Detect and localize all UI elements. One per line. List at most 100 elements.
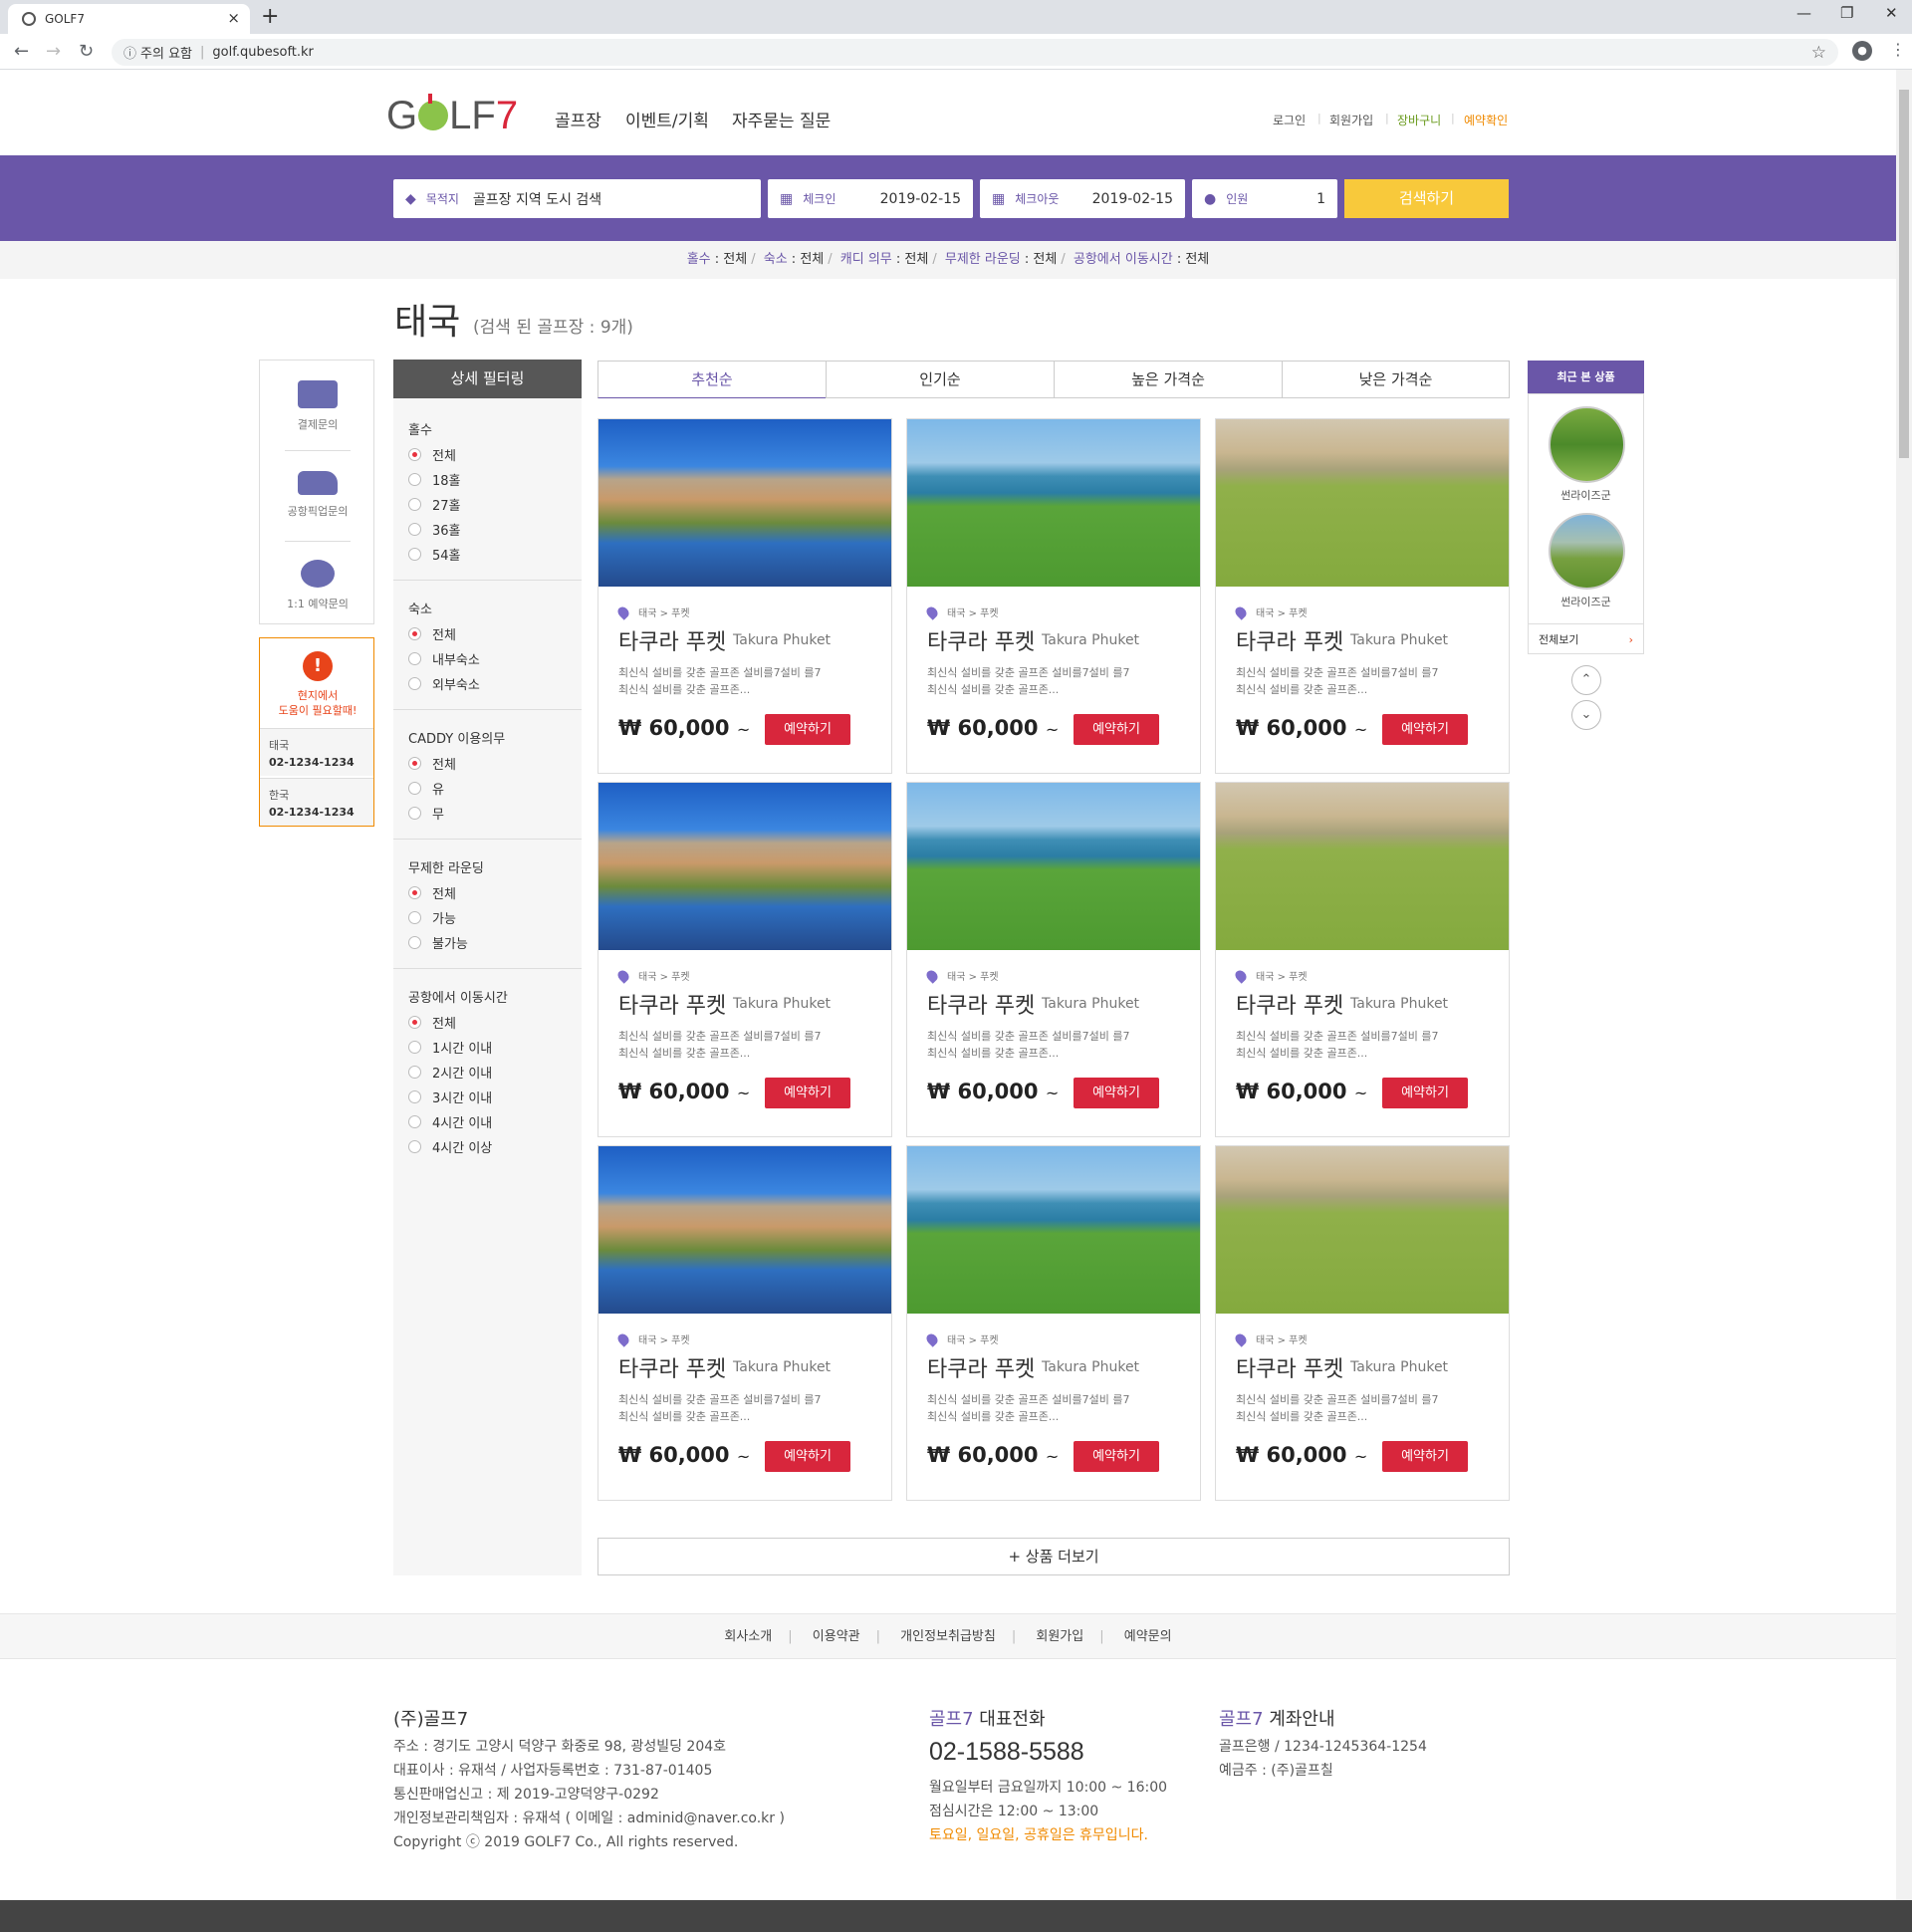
book-button[interactable]: 예약하기	[1382, 1078, 1468, 1108]
people-count[interactable]: 1	[1316, 191, 1325, 207]
checkout-date[interactable]: 2019-02-15	[1092, 191, 1173, 207]
filter-option[interactable]: 불가능	[408, 933, 468, 952]
filter-option[interactable]: 무	[408, 804, 444, 823]
filter-option[interactable]: 전체	[408, 754, 456, 773]
golf7-logo[interactable]: G LF7	[386, 94, 518, 138]
footer-link-privacy[interactable]: 개인정보취급방침	[900, 1629, 996, 1644]
filter-option[interactable]: 전체	[408, 445, 456, 464]
minimize-button[interactable]: —	[1796, 4, 1811, 22]
new-tab-button[interactable]: +	[261, 4, 279, 29]
product-image[interactable]	[598, 1146, 891, 1314]
product-name[interactable]: 타쿠라 푸켓	[1236, 1351, 1343, 1383]
login-link[interactable]: 로그인	[1273, 112, 1306, 128]
nav-events[interactable]: 이벤트/기획	[625, 107, 709, 131]
checkin-field[interactable]: ▦ 체크인 2019-02-15	[768, 179, 973, 218]
product-image[interactable]	[1216, 1146, 1509, 1314]
tab-sort-price-low[interactable]: 낮은 가격순	[1282, 361, 1510, 398]
radio-button[interactable]	[408, 1041, 421, 1054]
filter-option[interactable]: 2시간 이내	[408, 1063, 492, 1082]
radio-button[interactable]	[408, 886, 421, 899]
tab-sort-popular[interactable]: 인기순	[826, 361, 1055, 398]
footer-link-signup[interactable]: 회원가입	[1036, 1629, 1083, 1644]
filter-option[interactable]: 36홀	[408, 520, 461, 539]
view-all-link[interactable]: 전체보기 ›	[1529, 623, 1643, 654]
scroll-up-button[interactable]: ⌃	[1571, 665, 1601, 695]
book-button[interactable]: 예약하기	[1382, 1441, 1468, 1472]
filter-option[interactable]: 4시간 이내	[408, 1112, 492, 1131]
close-tab-icon[interactable]: ×	[227, 9, 240, 27]
footer-link-terms[interactable]: 이용약관	[813, 1629, 860, 1644]
product-card[interactable]: 태국 > 푸켓 타쿠라 푸켓 Takura Phuket 최신식 설비를 갖춘 골프존…	[598, 782, 892, 1137]
product-card[interactable]: 태국 > 푸켓 타쿠라 푸켓 Takura Phuket 최신식 설비를 갖춘 골프존…	[1215, 418, 1510, 774]
recent-item-name[interactable]: 썬라이즈군	[1529, 594, 1643, 609]
product-card[interactable]: 태국 > 푸켓 타쿠라 푸켓 Takura Phuket 최신식 설비를 갖춘 골프존…	[598, 1145, 892, 1501]
book-button[interactable]: 예약하기	[1074, 1441, 1159, 1472]
filter-option[interactable]: 4시간 이상	[408, 1137, 492, 1156]
filter-option[interactable]: 내부숙소	[408, 649, 480, 668]
product-name[interactable]: 타쿠라 푸켓	[1236, 988, 1343, 1020]
radio-button[interactable]	[408, 523, 421, 536]
radio-button[interactable]	[408, 652, 421, 665]
product-image[interactable]	[907, 1146, 1200, 1314]
checkin-date[interactable]: 2019-02-15	[880, 191, 961, 207]
forward-arrow-icon[interactable]: →	[46, 41, 61, 62]
filter-option[interactable]: 외부숙소	[408, 674, 480, 693]
radio-button[interactable]	[408, 911, 421, 924]
filter-option[interactable]: 27홀	[408, 495, 461, 514]
radio-button[interactable]	[408, 1140, 421, 1153]
cart-link[interactable]: 장바구니	[1397, 112, 1441, 128]
destination-input[interactable]: 골프장 지역 도시 검색	[473, 189, 601, 209]
scroll-down-button[interactable]: ⌄	[1571, 700, 1601, 730]
product-card[interactable]: 태국 > 푸켓 타쿠라 푸켓 Takura Phuket 최신식 설비를 갖춘 골프존…	[1215, 1145, 1510, 1501]
product-name[interactable]: 타쿠라 푸켓	[618, 624, 726, 656]
product-card[interactable]: 태국 > 푸켓 타쿠라 푸켓 Takura Phuket 최신식 설비를 갖춘 골프존…	[1215, 782, 1510, 1137]
radio-button[interactable]	[408, 757, 421, 770]
radio-button[interactable]	[408, 677, 421, 690]
search-button[interactable]: 검색하기	[1344, 179, 1509, 218]
filter-option[interactable]: 가능	[408, 908, 456, 927]
product-image[interactable]	[907, 783, 1200, 950]
filter-option[interactable]: 1시간 이내	[408, 1038, 492, 1057]
airport-pickup-inquiry[interactable]: 공항픽업문의	[260, 471, 375, 519]
scrollbar-thumb[interactable]	[1899, 90, 1909, 458]
book-button[interactable]: 예약하기	[765, 1078, 850, 1108]
filter-option[interactable]: 3시간 이내	[408, 1087, 492, 1106]
recent-thumbnail[interactable]	[1549, 513, 1625, 590]
product-name[interactable]: 타쿠라 푸켓	[927, 1351, 1035, 1383]
product-name[interactable]: 타쿠라 푸켓	[618, 988, 726, 1020]
load-more-button[interactable]: + 상품 더보기	[598, 1538, 1510, 1575]
product-image[interactable]	[1216, 783, 1509, 950]
reservation-inquiry[interactable]: 1:1 예약문의	[260, 560, 375, 611]
reload-icon[interactable]: ↻	[79, 41, 94, 62]
product-image[interactable]	[907, 419, 1200, 587]
filter-option[interactable]: 18홀	[408, 470, 461, 489]
radio-button[interactable]	[408, 548, 421, 561]
radio-button[interactable]	[408, 627, 421, 640]
browser-tab[interactable]: GOLF7 ×	[8, 4, 250, 34]
book-button[interactable]: 예약하기	[765, 1441, 850, 1472]
checkout-field[interactable]: ▦ 체크아웃 2019-02-15	[980, 179, 1185, 218]
radio-button[interactable]	[408, 1115, 421, 1128]
people-field[interactable]: ● 인원 1	[1192, 179, 1337, 218]
signup-link[interactable]: 회원가입	[1329, 112, 1373, 128]
radio-button[interactable]	[408, 936, 421, 949]
browser-menu-icon[interactable]: ⋮	[1890, 40, 1906, 59]
radio-button[interactable]	[408, 807, 421, 820]
restore-button[interactable]: ❐	[1840, 4, 1853, 22]
radio-button[interactable]	[408, 1090, 421, 1103]
product-name[interactable]: 타쿠라 푸켓	[1236, 624, 1343, 656]
page-scrollbar[interactable]	[1896, 70, 1912, 1900]
url-field[interactable]: ⓘ 주의 요함 | golf.qubesoft.kr ☆	[112, 39, 1838, 66]
product-card[interactable]: 태국 > 푸켓 타쿠라 푸켓 Takura Phuket 최신식 설비를 갖춘 골프존…	[906, 1145, 1201, 1501]
product-image[interactable]	[598, 783, 891, 950]
nav-golf-course[interactable]: 골프장	[555, 107, 601, 131]
payment-inquiry[interactable]: 결제문의	[260, 380, 375, 432]
book-button[interactable]: 예약하기	[1074, 1078, 1159, 1108]
radio-button[interactable]	[408, 1016, 421, 1029]
product-name[interactable]: 타쿠라 푸켓	[618, 1351, 726, 1383]
product-card[interactable]: 태국 > 푸켓 타쿠라 푸켓 Takura Phuket 최신식 설비를 갖춘 골프존…	[906, 418, 1201, 774]
account-icon[interactable]: ●	[1852, 41, 1872, 61]
recent-thumbnail[interactable]	[1549, 406, 1625, 483]
book-button[interactable]: 예약하기	[765, 714, 850, 745]
tab-sort-price-high[interactable]: 높은 가격순	[1054, 361, 1283, 398]
